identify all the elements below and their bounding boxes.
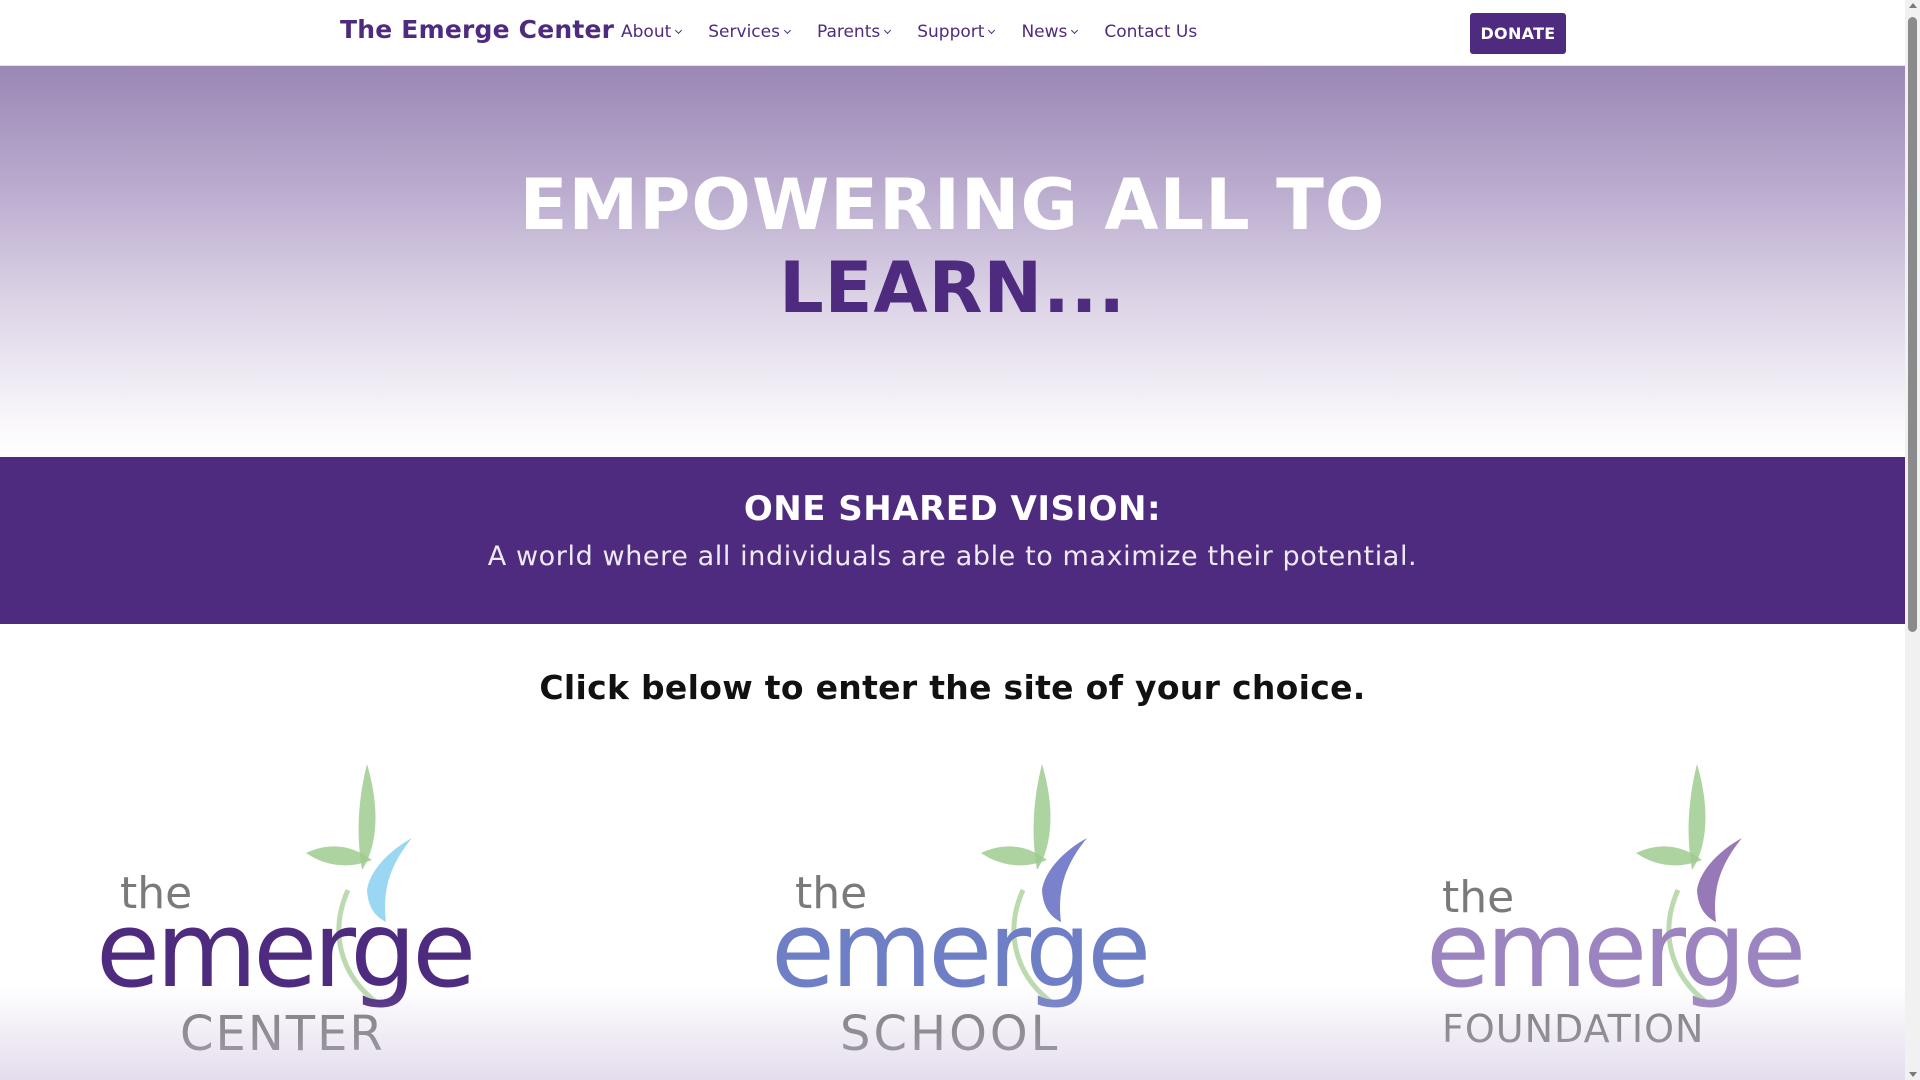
- hero-heading-line1: EMPOWERING ALL TO: [519, 164, 1386, 246]
- nav-news[interactable]: News: [1021, 22, 1079, 42]
- emerge-school-logo-link[interactable]: the emerge SCHOOL: [765, 760, 1165, 1062]
- nav-about[interactable]: About: [621, 22, 683, 42]
- logo-word-text: emerge: [771, 889, 1147, 1011]
- chevron-down-icon: [783, 26, 791, 35]
- scroll-down-arrow-icon[interactable]: [1909, 1072, 1917, 1077]
- vision-text: A world where all individuals are able t…: [487, 541, 1418, 572]
- nav-support[interactable]: Support: [917, 22, 996, 42]
- hero-banner: EMPOWERING ALL TO LEARN...: [0, 66, 1905, 457]
- logo-sub-text: FOUNDATION: [1442, 1007, 1704, 1051]
- chevron-down-icon: [675, 26, 683, 35]
- chevron-down-icon: [988, 26, 996, 35]
- nav-services[interactable]: Services: [708, 22, 791, 42]
- donate-button[interactable]: DONATE: [1470, 13, 1566, 54]
- scroll-up-arrow-icon[interactable]: [1909, 3, 1917, 8]
- site-header: The Emerge Center About Services Parents…: [0, 0, 1905, 66]
- scrollbar-thumb[interactable]: [1908, 17, 1917, 632]
- logo-sub-text: SCHOOL: [840, 1006, 1060, 1060]
- nav-parents[interactable]: Parents: [816, 22, 892, 42]
- site-brand-link[interactable]: The Emerge Center: [340, 15, 614, 44]
- nav-parents-label: Parents: [816, 22, 881, 42]
- emerge-foundation-logo: the emerge FOUNDATION: [1426, 764, 1806, 1051]
- emerge-center-logo: the emerge CENTER: [96, 764, 476, 1062]
- logo-sub-text: CENTER: [180, 1006, 385, 1060]
- page-viewport: The Emerge Center About Services Parents…: [0, 0, 1905, 1080]
- main-nav: About Services Parents Support News Cont…: [621, 22, 1224, 42]
- nav-contact-us[interactable]: Contact Us: [1104, 22, 1197, 42]
- chevron-down-icon: [884, 26, 892, 35]
- nav-about-label: About: [621, 22, 672, 42]
- logo-word-text: emerge: [1426, 889, 1802, 1011]
- site-choice-heading: Click below to enter the site of your ch…: [539, 668, 1366, 707]
- logo-word-text: emerge: [96, 889, 472, 1011]
- nav-services-label: Services: [708, 22, 780, 42]
- nav-contact-us-label: Contact Us: [1104, 22, 1198, 42]
- emerge-school-logo: the emerge SCHOOL: [771, 764, 1151, 1062]
- vision-title: ONE SHARED VISION:: [743, 489, 1162, 529]
- vision-band: ONE SHARED VISION: A world where all ind…: [0, 457, 1905, 624]
- emerge-foundation-logo-link[interactable]: the emerge FOUNDATION: [1420, 760, 1820, 1060]
- nav-support-label: Support: [917, 22, 985, 42]
- emerge-center-logo-link[interactable]: the emerge CENTER: [90, 760, 490, 1062]
- nav-news-label: News: [1021, 22, 1068, 42]
- page-scrollbar[interactable]: [1905, 0, 1920, 1080]
- chevron-down-icon: [1071, 26, 1079, 35]
- hero-heading-line2: LEARN...: [779, 247, 1126, 329]
